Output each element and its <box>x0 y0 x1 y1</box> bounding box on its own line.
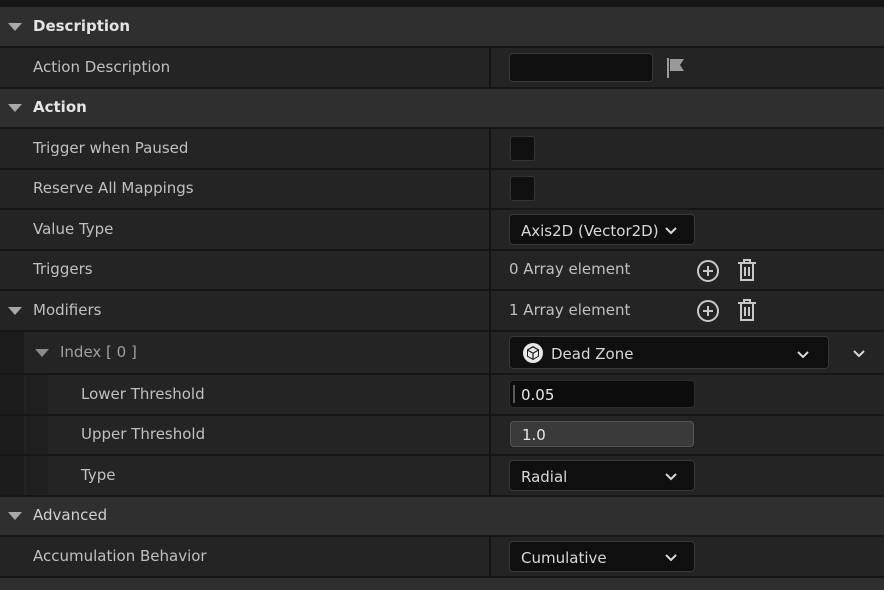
chevron-down-icon <box>796 347 810 365</box>
triggers-label: Triggers <box>33 260 93 278</box>
column-splitter[interactable] <box>489 129 491 495</box>
value-type-label: Value Type <box>33 220 114 238</box>
trash-icon[interactable] <box>736 298 758 326</box>
collapse-arrow-icon[interactable] <box>35 349 49 357</box>
row-modifier-index-0[interactable]: Index [ 0 ] Dead Zone <box>0 332 884 373</box>
row-lower-threshold: Lower Threshold 0.05 <box>0 375 884 414</box>
chevron-down-icon <box>664 469 678 487</box>
lower-threshold-fill <box>513 385 515 403</box>
chevron-down-icon <box>664 223 678 241</box>
row-modifiers[interactable]: Modifiers 1 Array element <box>0 291 884 330</box>
indent-guide <box>26 416 48 454</box>
index-label: Index [ 0 ] <box>60 343 137 361</box>
lower-threshold-label: Lower Threshold <box>81 385 205 403</box>
column-splitter[interactable] <box>489 48 491 87</box>
row-trigger-when-paused: Trigger when Paused <box>0 129 884 168</box>
row-value-type: Value Type Axis2D (Vector2D) <box>0 210 884 249</box>
category-description-title: Description <box>33 17 131 35</box>
row-accumulation-behavior: Accumulation Behavior Cumulative <box>0 537 884 576</box>
category-advanced-title: Advanced <box>33 506 108 524</box>
indent-guide <box>26 375 48 414</box>
value-type-dropdown[interactable]: Axis2D (Vector2D) <box>509 214 695 245</box>
collapse-arrow-icon[interactable] <box>8 23 22 31</box>
type-label: Type <box>81 466 116 484</box>
accumulation-behavior-dropdown[interactable]: Cumulative <box>509 541 695 572</box>
modifiers-label: Modifiers <box>33 301 102 319</box>
reserve-all-mappings-label: Reserve All Mappings <box>33 179 194 197</box>
collapse-arrow-icon[interactable] <box>8 104 22 112</box>
modifier-class-dropdown[interactable]: Dead Zone <box>509 336 829 369</box>
modifiers-count: 1 Array element <box>509 301 631 319</box>
row-reserve-all-mappings: Reserve All Mappings <box>0 170 884 208</box>
cube-icon <box>522 342 544 368</box>
collapse-arrow-icon[interactable] <box>8 512 22 520</box>
accumulation-behavior-value: Cumulative <box>521 549 607 567</box>
upper-threshold-value: 1.0 <box>522 426 546 444</box>
category-advanced[interactable]: Advanced <box>0 497 884 535</box>
chevron-down-icon <box>664 550 678 568</box>
column-splitter[interactable] <box>489 537 491 576</box>
category-action[interactable]: Action <box>0 89 884 127</box>
indent-guide <box>26 456 48 495</box>
lower-threshold-input[interactable]: 0.05 <box>509 380 695 408</box>
action-description-input[interactable] <box>509 53 653 82</box>
upper-threshold-input[interactable]: 1.0 <box>510 421 694 447</box>
type-value: Radial <box>521 468 568 486</box>
action-description-label: Action Description <box>33 58 171 76</box>
reserve-all-mappings-checkbox[interactable] <box>510 176 535 201</box>
indent-guide <box>0 416 24 454</box>
panel-top-strip <box>0 0 884 7</box>
lower-threshold-value: 0.05 <box>521 386 555 404</box>
chevron-down-icon[interactable] <box>852 346 866 364</box>
indent-guide <box>0 375 24 414</box>
accumulation-behavior-label: Accumulation Behavior <box>33 547 207 565</box>
plus-circle-icon[interactable] <box>696 259 720 287</box>
value-type-value: Axis2D (Vector2D) <box>521 222 659 240</box>
trigger-when-paused-checkbox[interactable] <box>510 136 535 161</box>
triggers-count: 0 Array element <box>509 260 631 278</box>
category-cut-off <box>0 578 884 590</box>
collapse-arrow-icon[interactable] <box>8 307 22 315</box>
row-upper-threshold: Upper Threshold 1.0 <box>0 416 884 454</box>
type-dropdown[interactable]: Radial <box>509 460 695 491</box>
plus-circle-icon[interactable] <box>696 299 720 327</box>
trigger-when-paused-label: Trigger when Paused <box>33 139 189 157</box>
upper-threshold-label: Upper Threshold <box>81 425 206 443</box>
row-action-description: Action Description <box>0 48 884 87</box>
indent-guide <box>0 456 24 495</box>
category-description[interactable]: Description <box>0 7 884 46</box>
trash-icon[interactable] <box>736 258 758 286</box>
flag-icon[interactable] <box>666 57 686 83</box>
row-type: Type Radial <box>0 456 884 495</box>
index-value: Dead Zone <box>551 345 634 363</box>
indent-guide <box>0 332 24 373</box>
category-action-title: Action <box>33 98 87 116</box>
row-triggers: Triggers 0 Array element <box>0 251 884 289</box>
